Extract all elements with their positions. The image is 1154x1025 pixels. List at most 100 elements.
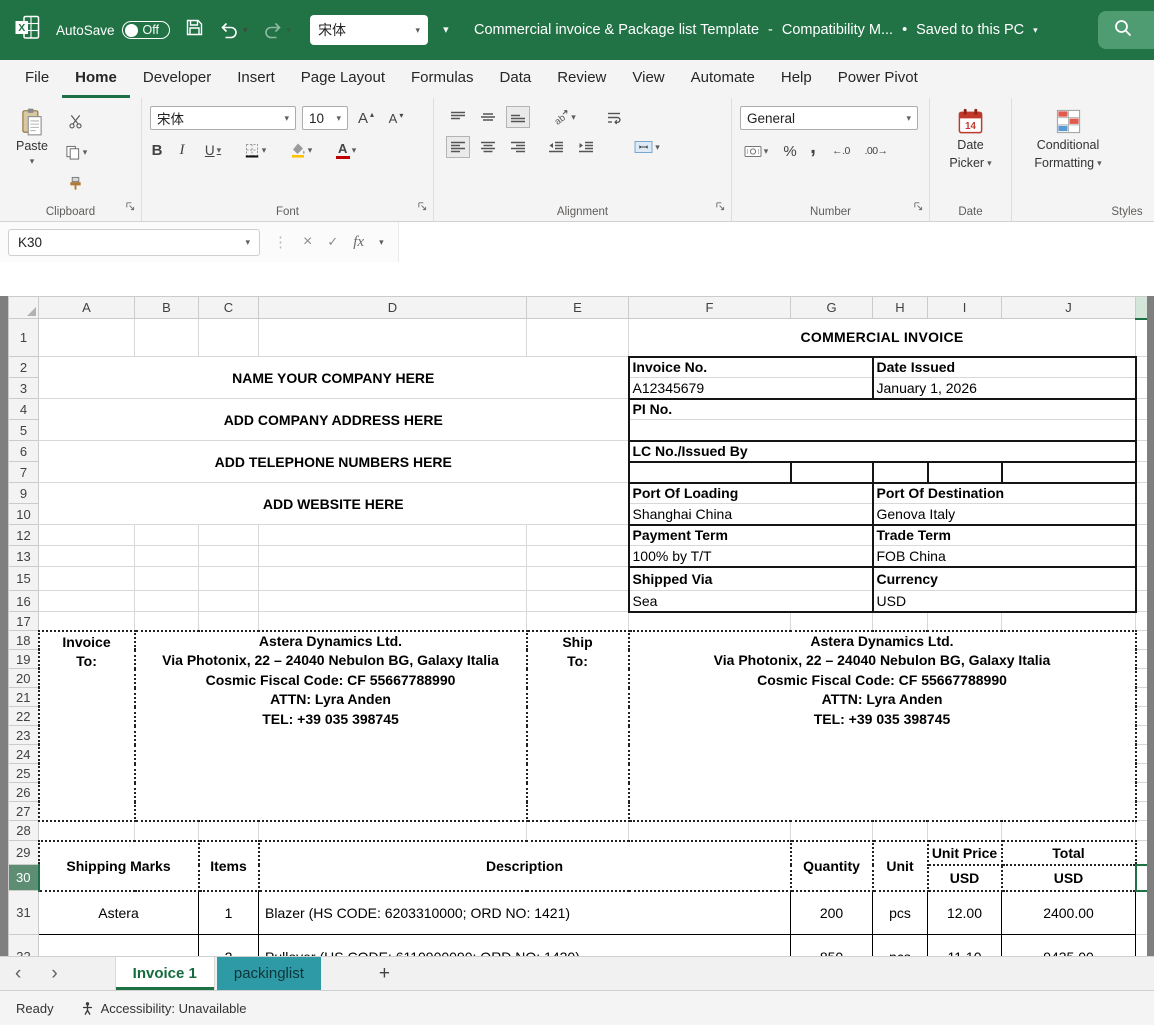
tab-automate[interactable]: Automate — [678, 60, 768, 98]
cell-company-phone[interactable]: ADD TELEPHONE NUMBERS HERE — [39, 441, 629, 483]
cell[interactable] — [527, 525, 629, 546]
tab-formulas[interactable]: Formulas — [398, 60, 487, 98]
row-header[interactable]: 17 — [9, 612, 39, 631]
cell-item-marks[interactable]: Astera — [39, 891, 199, 935]
cell[interactable] — [928, 821, 1002, 841]
cell[interactable] — [1136, 441, 1148, 462]
header-description[interactable]: Description — [259, 841, 791, 891]
decrease-indent-icon[interactable] — [544, 136, 568, 158]
autosave-toggle[interactable]: AutoSave Off — [56, 21, 170, 39]
align-left-icon[interactable] — [446, 136, 470, 158]
conditional-formatting-button[interactable]: Conditional Formatting▾ — [1016, 104, 1120, 174]
quick-access-customize-icon[interactable]: ▾ — [443, 25, 449, 36]
increase-indent-icon[interactable] — [574, 136, 598, 158]
cell[interactable] — [873, 612, 928, 631]
font-dialog-launcher-icon[interactable] — [417, 198, 427, 216]
cell[interactable] — [527, 567, 629, 591]
header-unit-price-usd[interactable]: USD — [928, 865, 1002, 891]
cell[interactable] — [791, 821, 873, 841]
cell[interactable] — [135, 567, 199, 591]
cell-invoice-no-label[interactable]: Invoice No. — [629, 357, 873, 378]
row-header[interactable]: 12 — [9, 525, 39, 546]
accounting-format-icon[interactable]: ▾ — [740, 140, 772, 162]
row-header[interactable]: 19 — [9, 650, 39, 669]
cell[interactable] — [259, 319, 527, 357]
cell-currency[interactable]: USD — [873, 591, 1136, 612]
cell[interactable] — [135, 591, 199, 612]
cell[interactable] — [259, 567, 527, 591]
formula-input[interactable] — [398, 222, 1154, 262]
cell[interactable] — [39, 591, 135, 612]
date-picker-button[interactable]: 14 Date Picker▾ — [934, 104, 1007, 174]
alignment-dialog-launcher-icon[interactable] — [715, 198, 725, 216]
align-right-icon[interactable] — [506, 136, 530, 158]
selected-cell-k30[interactable] — [1136, 865, 1148, 891]
cell-trade-term[interactable]: FOB China — [873, 546, 1136, 567]
cell[interactable] — [259, 821, 527, 841]
tab-page-layout[interactable]: Page Layout — [288, 60, 398, 98]
cell[interactable] — [1136, 612, 1148, 631]
cell[interactable] — [1136, 567, 1148, 591]
cell-item-price[interactable]: 11.10 — [928, 935, 1002, 957]
compat-mode-text[interactable]: Compatibility M... — [782, 22, 893, 38]
cell[interactable] — [1136, 462, 1148, 483]
tab-data[interactable]: Data — [487, 60, 545, 98]
cell[interactable] — [1136, 399, 1148, 420]
cell[interactable] — [199, 591, 259, 612]
excel-logo-icon[interactable]: X — [14, 14, 41, 46]
cell-currency-label[interactable]: Currency — [873, 567, 1136, 591]
cell-item-qty[interactable]: 850 — [791, 935, 873, 957]
column-header-k-partial[interactable] — [1136, 297, 1148, 319]
cell-item-total[interactable]: 2400.00 — [1002, 891, 1136, 935]
font-size-select[interactable]: 10▾ — [302, 106, 348, 130]
cell[interactable] — [873, 821, 928, 841]
cell[interactable] — [39, 821, 135, 841]
cell-invoice-title[interactable]: COMMERCIAL INVOICE — [629, 319, 1136, 357]
cell[interactable] — [1136, 764, 1148, 783]
row-header[interactable]: 29 — [9, 841, 39, 865]
decrease-font-size-icon[interactable]: A▾ — [384, 107, 408, 129]
cell-item-marks[interactable] — [39, 935, 199, 957]
cell[interactable] — [527, 591, 629, 612]
spreadsheet-grid[interactable]: A B C D E F G H I J 1 COMMERCIAL INVOICE — [8, 296, 1147, 956]
quick-access-font-select[interactable]: 宋体 ▾ — [310, 15, 428, 45]
cell[interactable] — [629, 821, 791, 841]
row-header[interactable]: 23 — [9, 726, 39, 745]
row-header[interactable]: 5 — [9, 420, 39, 441]
cell[interactable] — [1002, 612, 1136, 631]
clipboard-dialog-launcher-icon[interactable] — [125, 198, 135, 216]
cell-invoice-to-label[interactable]: Invoice To: — [39, 631, 135, 821]
row-header-selected[interactable]: 30 — [9, 865, 39, 891]
enter-icon[interactable]: ✓ — [327, 234, 338, 250]
row-header[interactable]: 9 — [9, 483, 39, 504]
new-sheet-icon[interactable]: + — [365, 957, 404, 990]
row-header[interactable]: 26 — [9, 783, 39, 802]
cell-item-qty[interactable]: 200 — [791, 891, 873, 935]
cell[interactable] — [1136, 357, 1148, 378]
cell-ship-to-label[interactable]: Ship To: — [527, 631, 629, 821]
name-box-splitter-icon[interactable]: ⋮ — [273, 233, 288, 251]
cell-item-unit[interactable]: pcs — [873, 891, 928, 935]
row-header[interactable]: 24 — [9, 745, 39, 764]
cell[interactable] — [1136, 688, 1148, 707]
row-header[interactable]: 31 — [9, 891, 39, 935]
cell[interactable] — [928, 612, 1002, 631]
row-header[interactable]: 18 — [9, 631, 39, 650]
cell[interactable] — [259, 612, 527, 631]
cell[interactable] — [199, 567, 259, 591]
cell-item-no[interactable]: 2 — [199, 935, 259, 957]
tab-help[interactable]: Help — [768, 60, 825, 98]
cell[interactable] — [1136, 483, 1148, 504]
sheet-tab-packinglist[interactable]: packinglist — [217, 957, 321, 990]
cell[interactable] — [135, 319, 199, 357]
cell[interactable] — [199, 525, 259, 546]
cell[interactable] — [259, 591, 527, 612]
cell[interactable] — [1002, 821, 1136, 841]
cell[interactable] — [135, 546, 199, 567]
cell[interactable] — [527, 319, 629, 357]
grid-viewport[interactable]: A B C D E F G H I J 1 COMMERCIAL INVOICE — [8, 296, 1147, 956]
undo-button[interactable]: ▾ — [219, 19, 248, 41]
underline-button[interactable]: U▾ — [200, 139, 226, 161]
cell[interactable] — [199, 612, 259, 631]
cell-port-destination-label[interactable]: Port Of Destination — [873, 483, 1136, 504]
